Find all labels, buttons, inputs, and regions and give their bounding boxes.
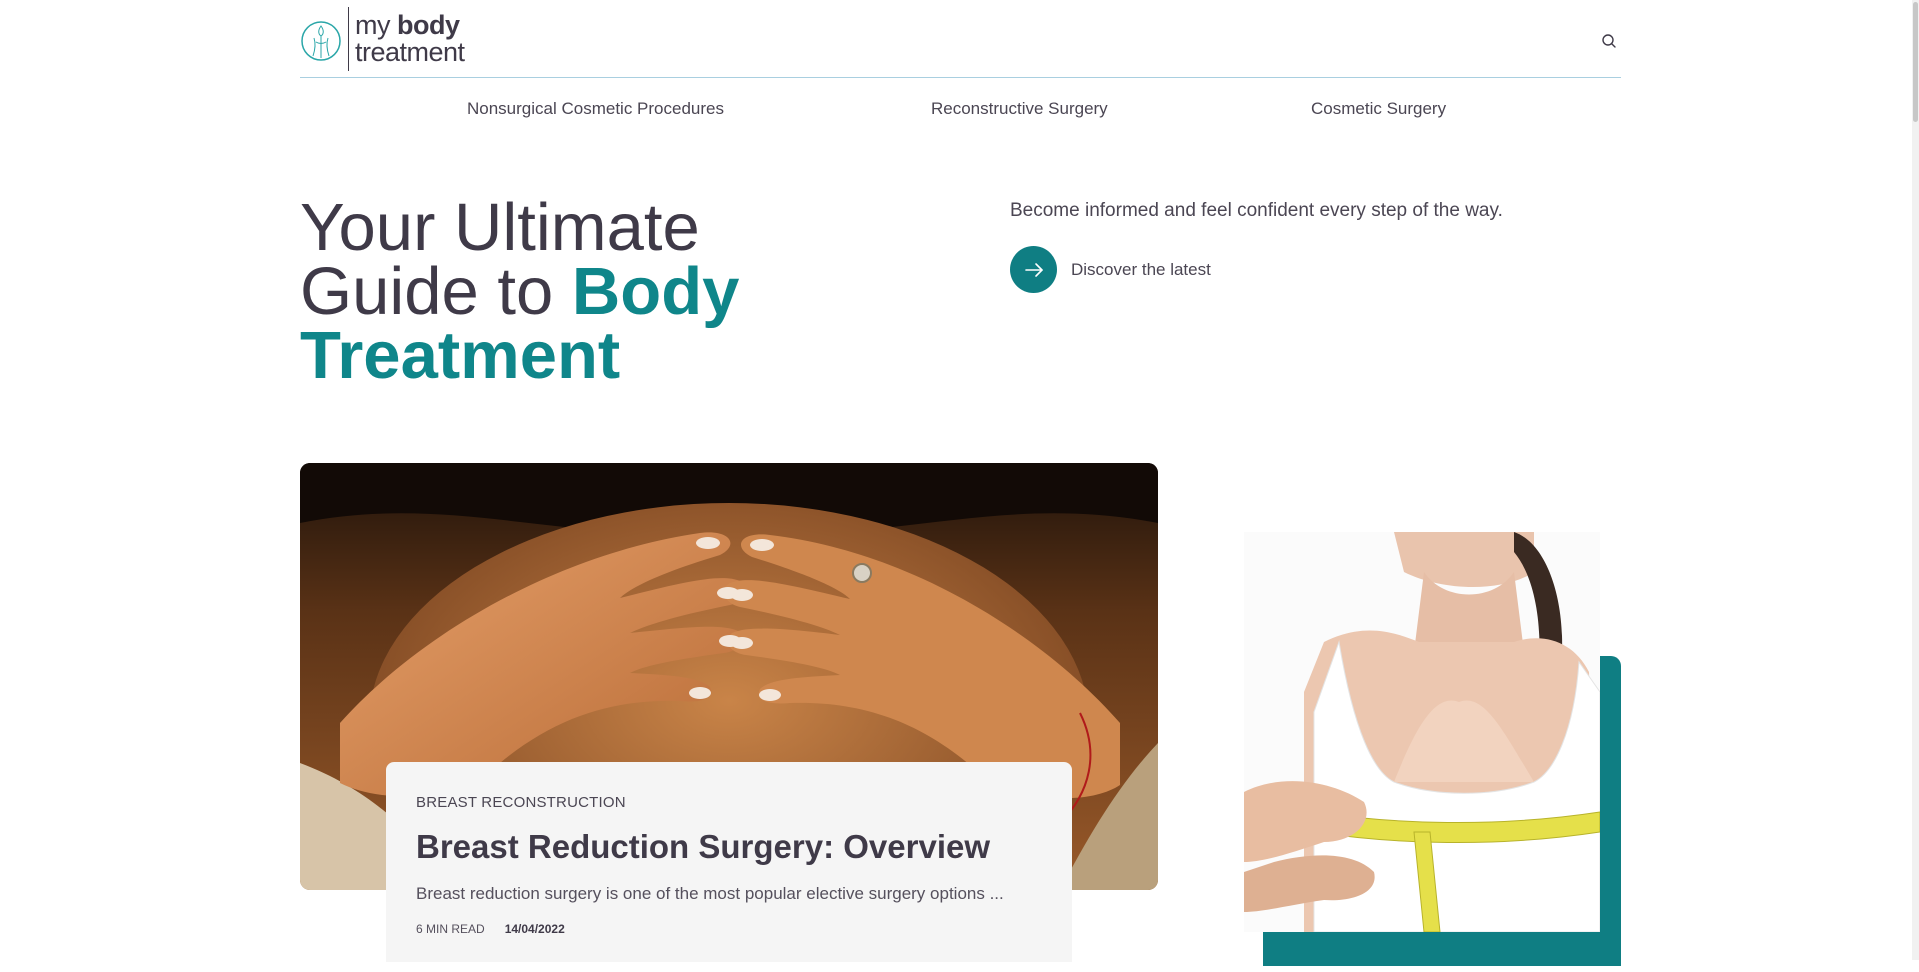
page-scrollbar[interactable] bbox=[1912, 0, 1919, 960]
discover-button[interactable] bbox=[1010, 246, 1057, 293]
logo-wordmark: my body treatment bbox=[355, 12, 465, 66]
header-divider bbox=[300, 77, 1621, 78]
measuring-tape-image[interactable] bbox=[1244, 532, 1600, 932]
logo-word-treatment: treatment bbox=[355, 37, 465, 67]
article-excerpt: Breast reduction surgery is one of the m… bbox=[416, 884, 1004, 903]
arrow-right-icon bbox=[1024, 262, 1043, 277]
scrollbar-thumb[interactable] bbox=[1913, 2, 1918, 122]
site-logo[interactable]: my body treatment bbox=[300, 6, 500, 72]
body-logo-icon bbox=[301, 21, 341, 61]
hero-subtitle: Become informed and feel confident every… bbox=[1010, 200, 1503, 221]
search-icon bbox=[1602, 34, 1616, 48]
search-button[interactable] bbox=[1598, 30, 1620, 52]
featured-article-card[interactable]: BREAST RECONSTRUCTION Breast Reduction S… bbox=[386, 762, 1072, 962]
decorative-gap bbox=[1245, 932, 1263, 972]
logo-word-body: body bbox=[397, 10, 460, 40]
discover-label[interactable]: Discover the latest bbox=[1071, 260, 1211, 280]
hero-title-accent-treatment: Treatment bbox=[300, 318, 621, 393]
article-category[interactable]: BREAST RECONSTRUCTION bbox=[416, 794, 626, 811]
article-read-time: 6 MIN READ bbox=[416, 922, 485, 936]
article-date: 14/04/2022 bbox=[504, 922, 565, 936]
logo-word-my: my bbox=[355, 10, 397, 40]
discover-latest-link[interactable]: Discover the latest bbox=[1010, 246, 1211, 293]
logo-divider bbox=[348, 7, 349, 71]
nav-item-reconstructive[interactable]: Reconstructive Surgery bbox=[931, 99, 1108, 119]
article-meta: 6 MIN READ 14/04/2022 bbox=[416, 922, 565, 936]
hero-title: Your Ultimate Guide to Body Treatment bbox=[300, 194, 820, 389]
nav-item-nonsurgical[interactable]: Nonsurgical Cosmetic Procedures bbox=[467, 99, 724, 119]
woman-measuring-photo bbox=[1244, 532, 1600, 932]
article-title[interactable]: Breast Reduction Surgery: Overview bbox=[416, 828, 990, 866]
nav-item-cosmetic[interactable]: Cosmetic Surgery bbox=[1311, 99, 1446, 119]
